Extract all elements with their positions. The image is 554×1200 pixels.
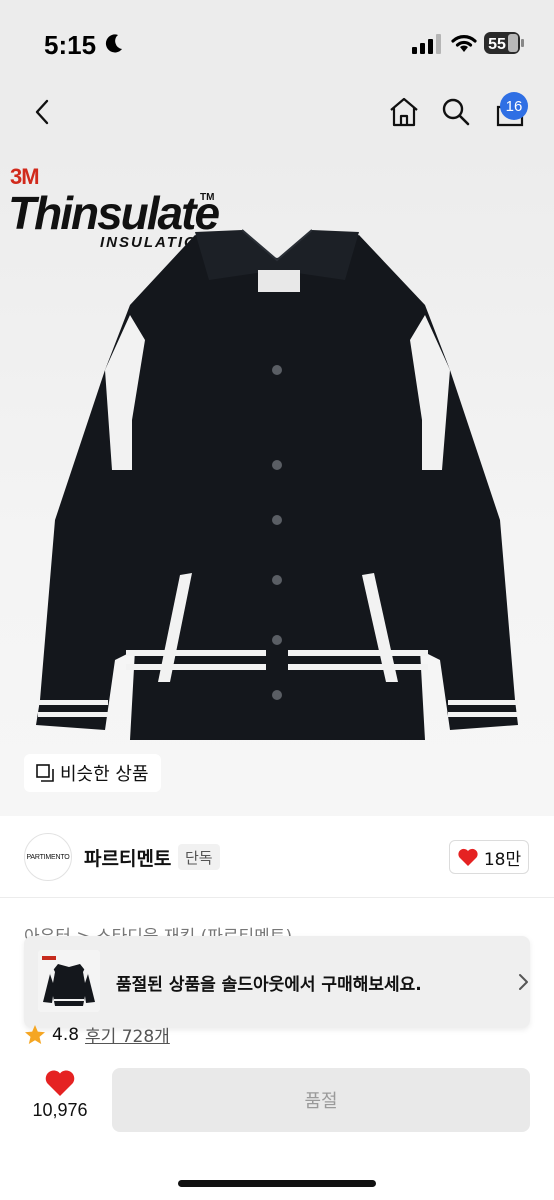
cart-count-badge: 16 [500,92,528,120]
heart-icon [45,1070,75,1096]
search-icon [442,98,470,126]
signal-icon [412,34,441,54]
exclusive-badge: 단독 [178,844,220,870]
similar-products-button[interactable]: 비슷한 상품 [24,754,161,792]
jacket-thumbnail-image [38,950,100,1012]
soldout-banner[interactable]: 품절된 상품을 솔드아웃에서 구매해보세요. [24,936,530,1028]
wishlist-count: 10,976 [32,1100,88,1120]
status-bar: 5:15 55 [0,0,554,90]
rating-score: 4.8 [52,1024,80,1045]
soldout-banner-text: 품절된 상품을 솔드아웃에서 구매해보세요. [116,975,422,995]
battery-icon: 55 [484,32,524,54]
review-count-link[interactable]: 후기 728개 [85,1022,170,1047]
home-button[interactable] [382,90,426,134]
brand-tm-mark: TM [200,192,215,203]
battery-level: 55 [488,36,506,53]
seller-logo[interactable]: PARTIMENTO [24,833,72,881]
brand-like-button[interactable]: 18만 [449,840,529,874]
rating-row: 4.8 후기 728개 [24,1022,170,1047]
seller-logo-text: PARTIMENTO [26,853,70,861]
home-indicator [178,1180,376,1187]
similar-products-label: 비슷한 상품 [60,764,149,785]
status-time: 5:15 [44,30,97,60]
product-image[interactable]: 3M Thinsulate TM INSULATION 비슷한 상품 [0,140,554,816]
seller-name[interactable]: 파르티멘토 [84,844,171,871]
jacket-illustration [36,229,518,740]
heart-icon [458,848,478,866]
banner-product-thumbnail [38,950,100,1012]
similar-items-icon [36,764,54,782]
brand-like-count: 18만 [483,849,522,870]
soldout-buy-button[interactable]: 품절 [112,1068,530,1132]
home-icon [390,97,418,127]
moon-icon [105,34,122,53]
wishlist-button[interactable]: 10,976 [28,1068,92,1121]
chevron-right-icon [519,974,528,990]
star-icon [25,1024,45,1044]
back-button[interactable] [20,90,64,134]
wifi-icon [451,35,477,52]
search-button[interactable] [434,90,478,134]
seller-row: PARTIMENTO 파르티멘토 단독 18만 [0,816,554,898]
chevron-left-icon [35,99,49,125]
top-nav: 16 [0,90,554,140]
